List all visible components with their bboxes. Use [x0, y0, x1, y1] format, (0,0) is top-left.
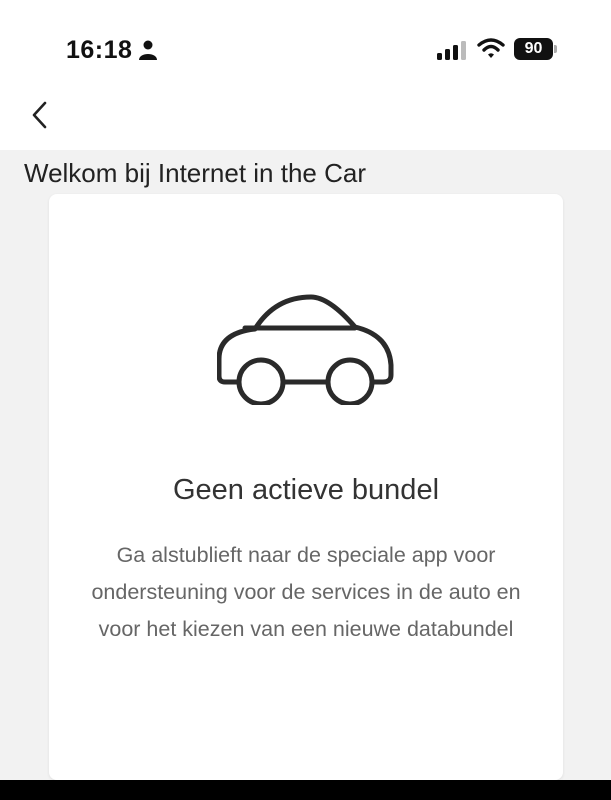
chevron-left-icon [32, 101, 47, 129]
wifi-icon [477, 38, 505, 58]
car-icon [217, 294, 394, 405]
card-description: Ga alstublieft naar de speciale app voor… [91, 543, 521, 641]
page-title: Welkom bij Internet in the Car [24, 158, 366, 188]
back-button[interactable] [24, 98, 58, 132]
signal-icon [437, 41, 466, 60]
person-icon [139, 40, 157, 60]
battery-icon: 90 [514, 38, 558, 60]
battery-level: 90 [514, 38, 553, 60]
card-heading: Geen actieve bundel [172, 474, 440, 506]
bottom-bar [0, 780, 611, 800]
header-area: 16:18 90 [0, 0, 611, 150]
status-bar: 16:18 90 [0, 0, 611, 98]
battery-tip [554, 45, 557, 53]
no-bundle-card: Geen actieve bundel Ga alstublieft naar … [49, 194, 563, 780]
status-time: 16:18 [66, 36, 133, 64]
